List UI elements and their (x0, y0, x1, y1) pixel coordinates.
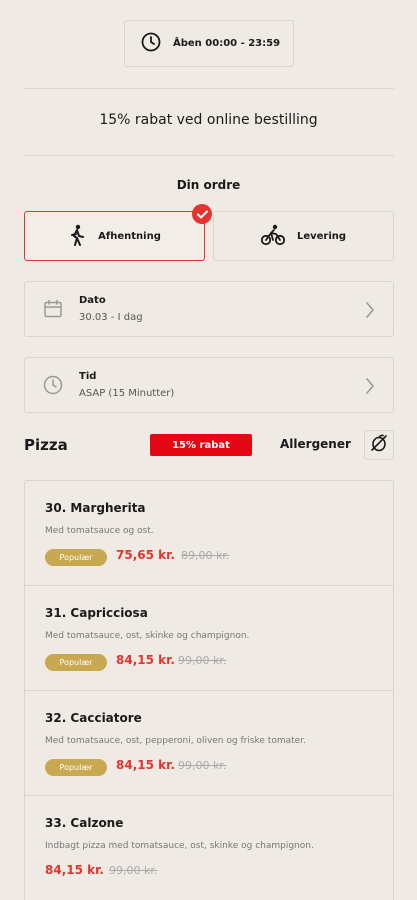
item-old-price: 99,00 kr. (109, 864, 158, 877)
item-description: Med tomatsauce og ost. (45, 526, 154, 536)
item-name: 32. Cacciatore (45, 711, 142, 725)
date-selector[interactable]: Dato 30.03 - I dag (24, 281, 394, 337)
popular-badge: Populær (45, 549, 107, 566)
check-icon (192, 204, 212, 224)
clock-icon (141, 32, 161, 56)
category-title: Pizza (24, 436, 68, 454)
time-label: Tid (79, 371, 97, 382)
divider (24, 88, 394, 89)
item-old-price: 99,00 kr. (178, 759, 227, 772)
item-name: 33. Calzone (45, 816, 124, 830)
popular-badge: Populær (45, 759, 107, 776)
clock-icon (43, 375, 63, 399)
opening-hours-text: Åben 00:00 - 23:59 (173, 38, 281, 49)
menu-item[interactable]: 33. Calzone Indbagt pizza med tomatsauce… (25, 796, 393, 900)
promo-text: 15% rabat ved online bestilling (99, 112, 318, 128)
pickup-option[interactable]: Afhentning (24, 204, 212, 261)
time-selector[interactable]: Tid ASAP (15 Minutter) (24, 357, 394, 413)
item-old-price: 99,00 kr. (178, 654, 227, 667)
category-header: Pizza 15% rabat Allergener (24, 430, 394, 460)
divider (24, 155, 394, 156)
chevron-right-icon (365, 301, 375, 323)
discount-badge: 15% rabat (150, 434, 252, 456)
item-name: 30. Margherita (45, 501, 146, 515)
menu-item[interactable]: 30. Margherita Med tomatsauce og ost. Po… (25, 481, 393, 586)
time-value: ASAP (15 Minutter) (79, 388, 175, 399)
item-description: Indbagt pizza med tomatsauce, ost, skink… (45, 841, 314, 851)
popular-badge: Populær (45, 654, 107, 671)
date-value: 30.03 - I dag (79, 312, 143, 323)
item-price: 84,15 kr. (116, 653, 175, 667)
bicycle-icon (260, 224, 286, 249)
menu-list: 30. Margherita Med tomatsauce og ost. Po… (24, 480, 394, 900)
chevron-right-icon (365, 377, 375, 399)
date-label: Dato (79, 295, 106, 306)
item-price: 84,15 kr. (45, 863, 104, 877)
menu-item[interactable]: 31. Capricciosa Med tomatsauce, ost, ski… (25, 586, 393, 691)
item-name: 31. Capricciosa (45, 606, 148, 620)
delivery-option[interactable]: Levering (213, 211, 394, 261)
item-price: 75,65 kr. (116, 548, 175, 562)
allergen-label[interactable]: Allergener (280, 437, 351, 451)
allergen-icon (369, 433, 389, 457)
allergen-button[interactable] (364, 430, 394, 460)
pickup-label: Afhentning (98, 230, 161, 242)
menu-item[interactable]: 32. Cacciatore Med tomatsauce, ost, pepp… (25, 691, 393, 796)
item-old-price: 89,00 kr. (181, 549, 230, 562)
item-price: 84,15 kr. (116, 758, 175, 772)
opening-hours-box: Åben 00:00 - 23:59 (124, 20, 294, 67)
item-description: Med tomatsauce, ost, pepperoni, oliven o… (45, 736, 306, 746)
walking-icon (68, 224, 86, 249)
calendar-icon (43, 299, 63, 323)
item-description: Med tomatsauce, ost, skinke og champigno… (45, 631, 250, 641)
order-title: Din ordre (176, 178, 241, 192)
delivery-label: Levering (296, 230, 347, 242)
